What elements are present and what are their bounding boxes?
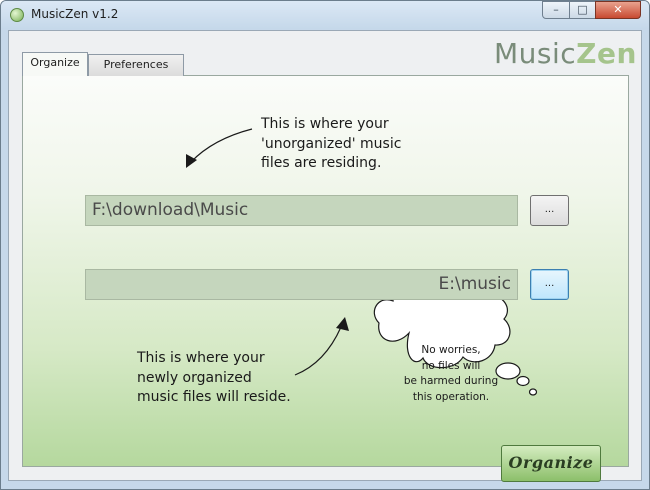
destination-hint-text: This is where your newly organized music… [137,349,317,408]
musiczen-app-icon[interactable] [10,8,24,22]
tab-organize[interactable]: Organize [22,52,88,76]
logo-zen: Zen [576,37,637,70]
app-window: MusicZen v1.2 – □ ✕ MusicZen Organize Pr… [0,0,650,490]
close-button[interactable]: ✕ [595,1,641,19]
destination-hint-line: This is where your [137,350,265,366]
window-title: MusicZen v1.2 [31,7,119,21]
musiczen-logo: MusicZen [494,37,637,70]
maximize-icon: □ [577,3,588,16]
destination-path-field[interactable]: E:\music [85,269,518,300]
source-hint-line: 'unorganized' music [261,135,402,152]
cloud-line: No worries, [421,344,481,356]
destination-browse-button[interactable]: ... [530,269,569,300]
destination-hint-line: newly organized [137,369,252,386]
source-path-field[interactable]: F:\download\Music [85,195,518,226]
source-hint-arrowhead [186,154,197,168]
client-area: MusicZen Organize Preferences This is wh… [8,30,642,482]
organize-panel: This is where your 'unorganized' music f… [22,75,629,482]
title-bar[interactable]: MusicZen v1.2 – □ ✕ [1,1,649,29]
source-browse-button[interactable]: ... [530,195,569,226]
cloud-line: this operation. [412,390,490,403]
source-hint-line: This is where your [261,116,389,132]
thought-cloud-text: No worries, no files will be harmed duri… [395,343,507,405]
cloud-line: be harmed during [403,375,499,387]
close-icon: ✕ [613,3,623,16]
cloud-line: no files will [421,359,481,372]
tab-preferences[interactable]: Preferences [88,54,184,76]
organize-button[interactable]: Organize [501,445,601,482]
source-hint-text: This is where your 'unorganized' music f… [261,115,441,174]
destination-hint-line: music files will reside. [137,389,291,405]
source-hint-arrow [190,128,253,163]
source-hint-line: files are residing. [261,155,382,171]
maximize-button[interactable]: □ [569,1,596,19]
logo-music: Music [494,37,577,70]
minimize-icon: – [553,3,559,16]
minimize-button[interactable]: – [542,1,570,19]
dest-hint-arrowhead [336,317,349,331]
